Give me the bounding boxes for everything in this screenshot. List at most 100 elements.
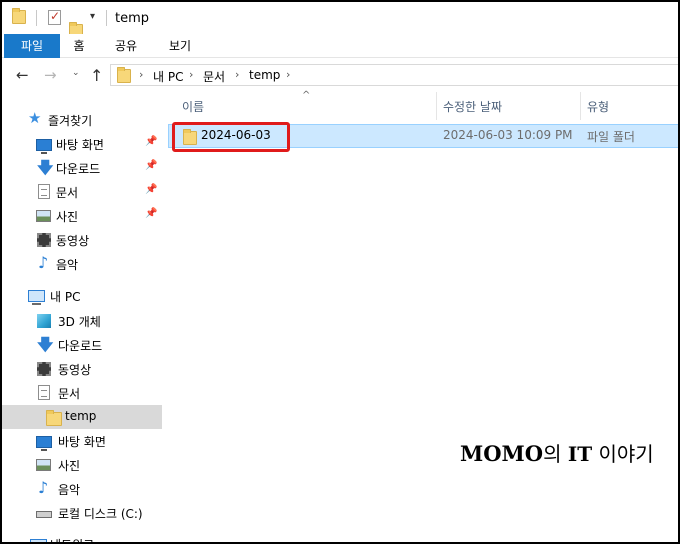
- nav-item-label: 네트워크: [50, 536, 94, 542]
- drive-icon: [36, 511, 52, 518]
- window-title: temp: [115, 11, 150, 26]
- address-folder-icon: [117, 67, 131, 83]
- pictures-icon: [36, 210, 51, 222]
- recent-locations-chevron-icon[interactable]: ⌄: [72, 68, 80, 78]
- nav-item-pictures[interactable]: 사진 📌: [2, 204, 162, 228]
- breadcrumb-separator-icon[interactable]: ›: [235, 68, 239, 81]
- blog-watermark: MOMO의 IT 이야기: [460, 438, 654, 467]
- video-icon: [37, 233, 51, 247]
- pc-icon: [28, 290, 45, 305]
- nav-item-label: 3D 개체: [58, 315, 101, 329]
- title-separator: [36, 10, 37, 26]
- watermark-text: 의: [543, 442, 568, 466]
- column-header-name[interactable]: 이름: [182, 98, 204, 115]
- nav-item-temp[interactable]: temp: [2, 405, 162, 429]
- column-divider[interactable]: [436, 92, 437, 120]
- up-arrow-icon[interactable]: ↑: [90, 66, 103, 85]
- watermark-brand: MOMO: [460, 441, 544, 466]
- pin-icon[interactable]: 📌: [145, 208, 157, 219]
- tab-file[interactable]: 파일: [4, 34, 60, 58]
- breadcrumb-documents[interactable]: 문서: [203, 68, 225, 85]
- nav-item-music[interactable]: ♪ 음악: [2, 477, 162, 501]
- file-modified-date: 2024-06-03 10:09 PM: [443, 128, 573, 142]
- nav-item-label: 문서: [58, 387, 81, 401]
- nav-item-label: 로컬 디스크 (C:): [58, 507, 143, 521]
- download-icon: 🡇: [37, 158, 54, 177]
- file-type: 파일 폴더: [587, 130, 635, 144]
- tab-share[interactable]: 공유: [108, 34, 144, 58]
- navigation-pane: ★ 즐겨찾기 바탕 화면 📌 🡇 다운로드 📌 문서 📌 사진 📌 동영상 ♪ …: [2, 104, 162, 542]
- nav-item-desktop[interactable]: 바탕 화면 📌: [2, 132, 162, 156]
- file-explorer-window: ✓ ▾ temp 파일 홈 공유 보기 ← → ⌄ ↑ › 내 PC › 문서 …: [0, 0, 680, 544]
- nav-item-documents[interactable]: 문서 📌: [2, 180, 162, 204]
- document-icon: [38, 184, 50, 199]
- tab-home[interactable]: 홈: [64, 34, 94, 58]
- nav-item-label: 사진: [58, 459, 81, 473]
- nav-item-videos[interactable]: 동영상: [2, 357, 162, 381]
- network-icon: [30, 539, 47, 542]
- nav-item-network[interactable]: 네트워크: [2, 532, 162, 542]
- nav-item-videos[interactable]: 동영상: [2, 228, 162, 252]
- folder-icon: [46, 410, 62, 426]
- 3d-objects-icon: [37, 314, 51, 328]
- nav-item-quick-access[interactable]: ★ 즐겨찾기: [2, 108, 162, 132]
- annotation-highlight-box: [172, 122, 290, 152]
- document-icon: [38, 385, 50, 400]
- nav-item-documents[interactable]: 문서: [2, 381, 162, 405]
- breadcrumb-separator-icon[interactable]: ›: [286, 68, 290, 81]
- nav-item-this-pc[interactable]: 내 PC: [2, 284, 162, 308]
- title-bar: ✓ ▾ temp: [2, 2, 678, 38]
- breadcrumb-temp[interactable]: temp: [249, 68, 280, 82]
- back-arrow-icon[interactable]: ←: [16, 66, 29, 84]
- nav-item-3d-objects[interactable]: 3D 개체: [2, 309, 162, 333]
- music-icon: ♪: [38, 253, 49, 272]
- nav-item-label: temp: [65, 409, 97, 423]
- nav-item-label: 바탕 화면: [56, 138, 104, 152]
- ribbon-tabs: 파일 홈 공유 보기: [2, 34, 678, 58]
- video-icon: [37, 362, 51, 376]
- nav-item-pictures[interactable]: 사진: [2, 453, 162, 477]
- breadcrumb-separator-icon[interactable]: ›: [139, 68, 143, 81]
- pin-icon[interactable]: 📌: [145, 160, 157, 171]
- nav-item-downloads[interactable]: 🡇 다운로드 📌: [2, 156, 162, 180]
- nav-item-label: 내 PC: [50, 290, 81, 304]
- column-header-date[interactable]: 수정한 날짜: [443, 98, 502, 115]
- nav-item-label: 동영상: [58, 363, 92, 377]
- pin-icon[interactable]: 📌: [145, 136, 157, 147]
- column-headers: ^ 이름 수정한 날짜 유형: [168, 90, 678, 120]
- music-icon: ♪: [38, 478, 49, 497]
- nav-item-label: 음악: [56, 258, 79, 272]
- sort-ascending-icon: ^: [302, 90, 311, 101]
- window-folder-icon: [12, 8, 26, 24]
- watermark-brand-it: IT: [567, 442, 593, 466]
- nav-item-music[interactable]: ♪ 음악: [2, 252, 162, 276]
- pictures-icon: [36, 459, 51, 471]
- pin-icon[interactable]: 📌: [145, 184, 157, 195]
- watermark-text-suffix: 이야기: [592, 442, 654, 466]
- desktop-icon: [36, 436, 52, 451]
- properties-icon[interactable]: ✓: [48, 9, 61, 25]
- file-list: 2024-06-03 2024-06-03 10:09 PM 파일 폴더: [168, 120, 678, 540]
- forward-arrow-icon[interactable]: →: [44, 66, 57, 84]
- nav-item-label: 다운로드: [58, 339, 103, 353]
- nav-item-downloads[interactable]: 🡇 다운로드: [2, 333, 162, 357]
- nav-item-label: 바탕 화면: [58, 435, 106, 449]
- column-divider[interactable]: [580, 92, 581, 120]
- nav-item-label: 즐겨찾기: [48, 114, 93, 128]
- nav-item-label: 문서: [56, 186, 79, 200]
- quick-access-toolbar-dropdown-icon[interactable]: ▾: [90, 11, 95, 22]
- nav-item-label: 음악: [58, 483, 81, 497]
- navigation-bar: ← → ⌄ ↑ › 내 PC › 문서 › temp ›: [2, 58, 678, 92]
- address-bar[interactable]: › 내 PC › 문서 › temp ›: [110, 64, 678, 86]
- title-separator: [106, 10, 107, 26]
- nav-item-label: 동영상: [56, 234, 90, 248]
- nav-item-local-disk[interactable]: 로컬 디스크 (C:): [2, 501, 162, 525]
- download-icon: 🡇: [37, 335, 54, 354]
- nav-item-desktop[interactable]: 바탕 화면: [2, 429, 162, 453]
- column-header-type[interactable]: 유형: [587, 98, 609, 115]
- breadcrumb-separator-icon[interactable]: ›: [189, 68, 193, 81]
- tab-view[interactable]: 보기: [162, 34, 198, 58]
- star-icon: ★: [28, 109, 42, 127]
- breadcrumb-this-pc[interactable]: 내 PC: [153, 68, 183, 85]
- nav-item-label: 사진: [56, 210, 79, 224]
